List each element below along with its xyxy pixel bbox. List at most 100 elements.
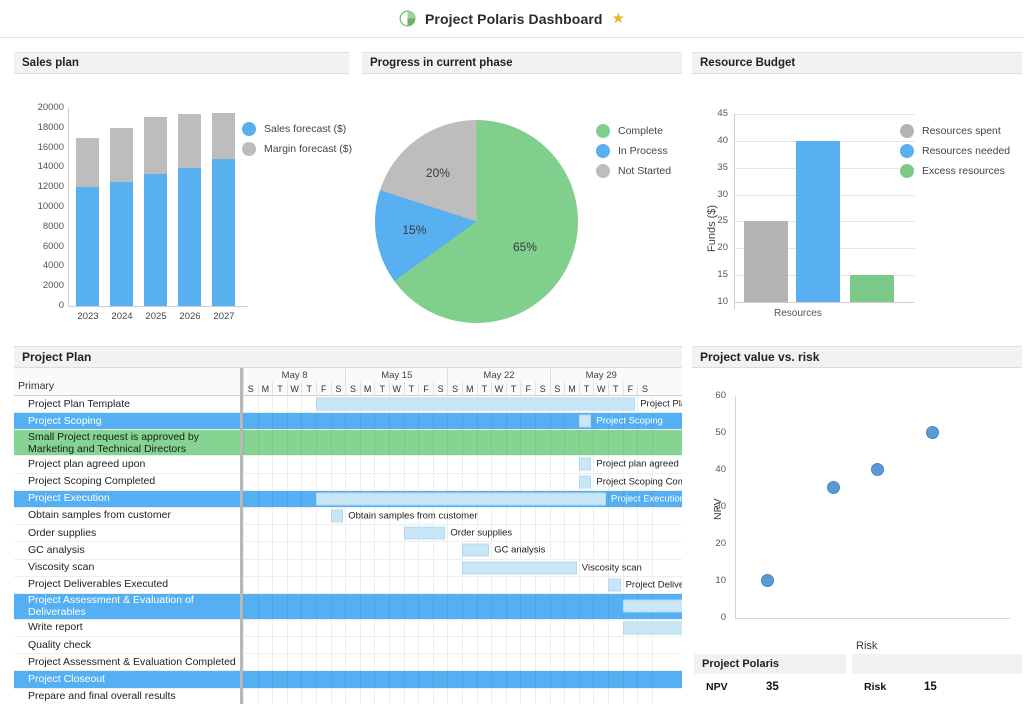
- gantt-task-name-cell[interactable]: Project plan agreed upon: [14, 456, 242, 474]
- gantt-column-divider: [432, 654, 434, 671]
- gantt-column-divider: [243, 619, 244, 637]
- gantt-bar-label: Project plan agreed upon: [596, 458, 682, 470]
- gantt-timeline-row[interactable]: Project Deliverables Executed: [243, 576, 682, 594]
- gantt-timeline: May 8 May 15 May 22 May 29 SMTWTFSSMTWTFSSM…: [243, 368, 682, 704]
- gantt-timeline-row[interactable]: Write report: [243, 619, 682, 638]
- gantt-task-name-cell[interactable]: Project Plan Template: [14, 396, 242, 414]
- gantt-task-name-cell[interactable]: Viscosity scan: [14, 560, 242, 577]
- gantt-task-name-cell[interactable]: Project Closeout: [14, 671, 242, 689]
- gantt-chart[interactable]: Primary Project Plan Template Project Sco…: [14, 368, 682, 704]
- gantt-task-name-cell[interactable]: GC analysis: [14, 542, 242, 560]
- gantt-column-divider: [345, 507, 347, 525]
- gantt-column-divider: [316, 507, 317, 525]
- gantt-column-divider: [535, 688, 536, 704]
- scatter-y-tick: 20: [715, 538, 726, 549]
- gantt-timeline-row[interactable]: [243, 688, 682, 704]
- sales-y-tick: 4000: [42, 260, 64, 272]
- gantt-bar[interactable]: [622, 599, 682, 613]
- gantt-timeline-row[interactable]: Project Assessment & Evaluation of Deliv…: [243, 593, 682, 620]
- gantt-column-divider: [374, 542, 376, 559]
- gantt-column-divider: [622, 576, 624, 593]
- gantt-column-divider: [257, 671, 259, 688]
- gantt-timeline-row[interactable]: Project Plan Template: [243, 396, 682, 414]
- gantt-bar[interactable]: [403, 526, 446, 540]
- gantt-column-divider: [301, 542, 303, 559]
- gantt-bar[interactable]: [578, 475, 592, 489]
- gantt-timeline-row[interactable]: Obtain samples from customer: [243, 507, 682, 526]
- gantt-timeline-row[interactable]: Project Scoping: [243, 413, 682, 431]
- gantt-column-divider: [345, 473, 347, 490]
- gantt-timeline-row[interactable]: [243, 430, 682, 457]
- panel-resource-budget: Resource Budget 10 15 20 25 30 35 40 45 Resourc…: [692, 52, 1022, 319]
- gantt-task-name-cell[interactable]: Obtain samples from customer: [14, 508, 242, 526]
- gantt-column-divider: [374, 413, 376, 430]
- sales-bar-column: [76, 137, 99, 306]
- gantt-column-divider: [418, 654, 420, 671]
- gantt-task-name-cell[interactable]: Project Scoping Completed: [14, 474, 242, 491]
- gantt-column-divider: [578, 688, 580, 704]
- gantt-column-divider: [389, 576, 390, 593]
- sales-bar-sales-segment: [144, 174, 167, 306]
- gantt-task-name-cell[interactable]: Write report: [14, 620, 242, 638]
- gantt-column-divider: [491, 619, 493, 637]
- gantt-task-name-cell[interactable]: Project Scoping: [14, 413, 242, 431]
- gantt-column-divider: [359, 593, 361, 619]
- gantt-timeline-row[interactable]: Viscosity scan: [243, 559, 682, 577]
- gantt-column-divider: [243, 654, 244, 671]
- gantt-day-label: S: [637, 382, 652, 396]
- gantt-column-divider: [651, 559, 653, 576]
- gantt-column-divider: [535, 456, 536, 473]
- gantt-task-name-cell[interactable]: Small Project request is approved by Mar…: [14, 430, 242, 457]
- gantt-bar[interactable]: [578, 414, 592, 428]
- gantt-column-divider: [301, 688, 303, 704]
- gantt-timeline-row[interactable]: Quality check: [243, 637, 682, 655]
- gantt-day-label: S: [535, 382, 550, 396]
- gantt-column-divider: [535, 619, 536, 637]
- gantt-column-divider: [374, 525, 376, 542]
- gantt-column-divider: [432, 542, 434, 559]
- gantt-column-divider: [535, 473, 536, 490]
- sales-bar-margin-segment: [178, 113, 201, 169]
- pie-slices: [375, 120, 578, 323]
- budget-gridline: [735, 114, 915, 115]
- gantt-task-label: Project Plan Template: [28, 397, 130, 410]
- gantt-column-divider: [432, 671, 434, 688]
- gantt-column-divider: [447, 593, 449, 619]
- panel-kpi-risk: Risk 15: [852, 654, 1022, 704]
- gantt-task-name-cell[interactable]: Project Deliverables Executed: [14, 577, 242, 594]
- gantt-day-label: M: [564, 382, 579, 396]
- gantt-timeline-row[interactable]: [243, 671, 682, 689]
- gantt-timeline-row[interactable]: Project Assessment & Evaluation Complete…: [243, 654, 682, 672]
- gantt-column-divider: [462, 619, 463, 637]
- gantt-column-divider: [462, 456, 463, 473]
- gantt-task-name-cell[interactable]: Order supplies: [14, 525, 242, 543]
- gantt-task-name-cell[interactable]: Project Execution: [14, 490, 242, 508]
- gantt-task-name-cell[interactable]: Project Assessment & Evaluation of Deliv…: [14, 593, 242, 620]
- gantt-task-name-cell[interactable]: Project Assessment & Evaluation Complete…: [14, 654, 242, 672]
- gantt-timeline-row[interactable]: Project Scoping Completed: [243, 473, 682, 491]
- gantt-bar[interactable]: [316, 397, 636, 411]
- gantt-column-divider: [316, 654, 317, 671]
- gantt-bar[interactable]: [608, 578, 621, 592]
- gantt-column-divider: [578, 576, 580, 593]
- gantt-bar-label: Project Execution: [611, 493, 682, 505]
- gantt-timeline-row[interactable]: Project plan agreed upon: [243, 456, 682, 474]
- gantt-column-divider: [330, 576, 332, 593]
- gantt-task-name-cell[interactable]: Prepare and final overall results: [14, 689, 242, 704]
- gantt-bar[interactable]: [462, 543, 490, 557]
- gantt-timeline-row[interactable]: Order supplies: [243, 525, 682, 543]
- page-title: Project Polaris Dashboard: [424, 10, 603, 27]
- gantt-task-name-cell[interactable]: Quality check: [14, 637, 242, 655]
- gantt-timeline-row[interactable]: GC analysis: [243, 542, 682, 560]
- gantt-timeline-row[interactable]: Project Execution: [243, 490, 682, 508]
- gantt-column-divider: [316, 456, 317, 473]
- gantt-bar[interactable]: [578, 457, 592, 471]
- favorite-star-icon[interactable]: ★: [612, 11, 625, 26]
- gantt-bar[interactable]: [462, 561, 577, 575]
- gantt-bar[interactable]: [316, 492, 606, 506]
- gantt-day-label: S: [447, 382, 462, 396]
- gantt-bar[interactable]: [330, 509, 344, 523]
- gantt-day-label: W: [491, 382, 506, 396]
- gantt-column-divider: [520, 671, 522, 688]
- gantt-bar[interactable]: [622, 621, 682, 635]
